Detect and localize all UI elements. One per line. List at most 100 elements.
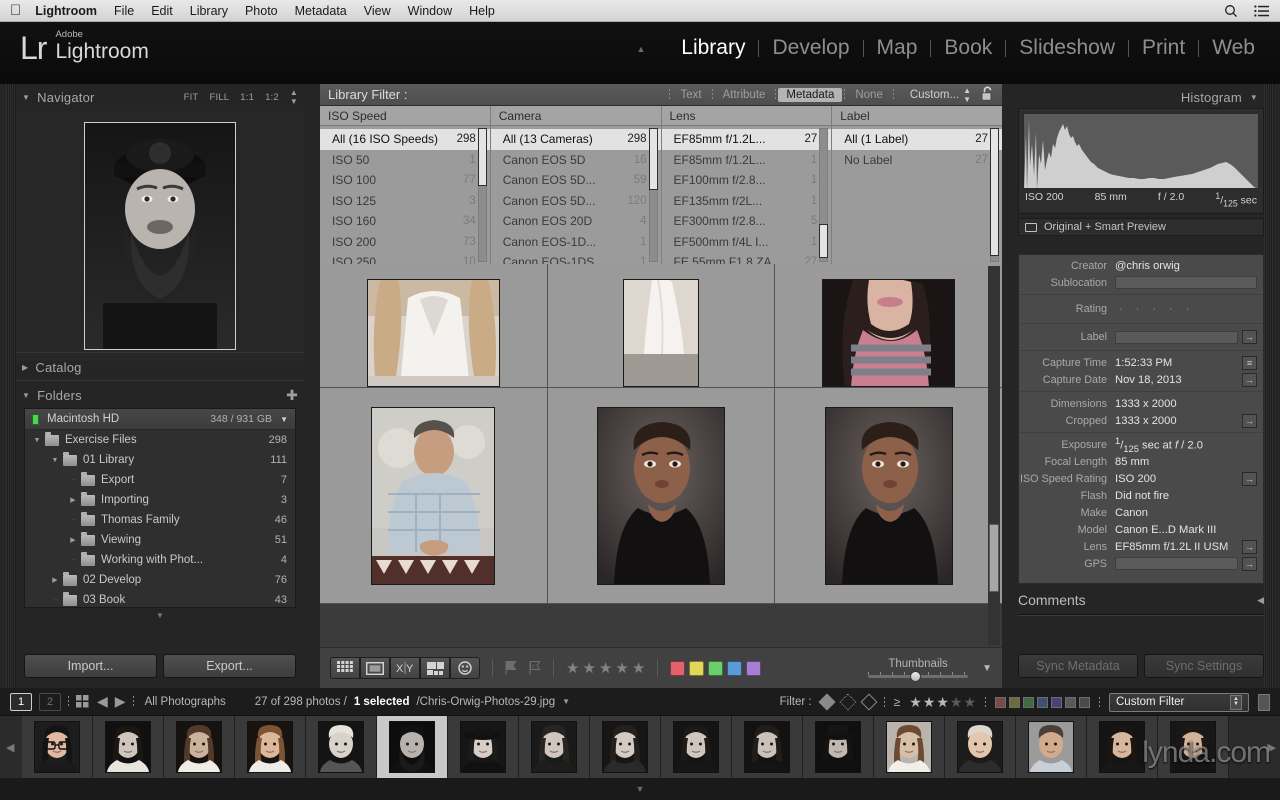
filmstrip-cell[interactable] xyxy=(306,716,377,778)
filmstrip-thumbnail[interactable] xyxy=(602,721,648,773)
folder-leaf-icon[interactable]: ··· xyxy=(67,557,79,563)
filmstrip-cell[interactable] xyxy=(377,716,448,778)
folders-tree[interactable]: Macintosh HD 348 / 931 GB ▼ ▼ Exercise Fi… xyxy=(24,408,296,608)
folder-row[interactable]: ··· Thomas Family 46 xyxy=(25,510,295,530)
menu-item-library[interactable]: Library xyxy=(190,4,228,18)
filter-color-chip-2[interactable] xyxy=(1009,696,1020,708)
screen-2-button[interactable]: 2 xyxy=(39,692,61,711)
chevron-down-icon[interactable]: ▼ xyxy=(31,437,43,444)
photo-thumbnail[interactable] xyxy=(597,406,725,585)
loupe-view-icon[interactable] xyxy=(360,657,390,679)
metadata-row[interactable]: Capture Time 1:52:33 PM ≡ xyxy=(1019,354,1263,371)
filter-flag-pick-icon[interactable] xyxy=(818,693,836,711)
navigator-zoom-stepper[interactable]: ▲ ▼ xyxy=(290,88,298,106)
filter-tab-attribute[interactable]: Attribute xyxy=(713,89,776,101)
smart-preview-status[interactable]: Original + Smart Preview xyxy=(1018,218,1264,236)
filter-item[interactable]: ISO 100 77 xyxy=(320,170,490,191)
histogram-graph[interactable] xyxy=(1023,113,1259,189)
filter-star-4[interactable]: ★ xyxy=(950,694,963,711)
rating-operator[interactable]: ≥ xyxy=(894,695,901,709)
menu-item-help[interactable]: Help xyxy=(469,4,495,18)
navigator-mode-fill[interactable]: FILL xyxy=(209,92,229,103)
filmstrip-thumbnail[interactable] xyxy=(460,721,506,773)
navigator-mode-fit[interactable]: FIT xyxy=(184,92,199,103)
filmstrip-thumbnail[interactable] xyxy=(318,721,364,773)
star-1[interactable]: ★ xyxy=(566,659,579,677)
filmstrip-cell[interactable] xyxy=(93,716,164,778)
metadata-goto-icon[interactable]: → xyxy=(1242,556,1257,571)
filter-color-chip-5[interactable] xyxy=(1051,696,1062,708)
filmstrip-thumbnail[interactable] xyxy=(673,721,719,773)
filmstrip-thumbnail[interactable] xyxy=(957,721,1003,773)
photo-thumbnail[interactable] xyxy=(623,279,699,387)
color-label-swatch-1[interactable] xyxy=(670,660,686,676)
metadata-row[interactable]: Focal Length 85 mm xyxy=(1019,453,1263,470)
rating-dot-5[interactable]: · xyxy=(1186,303,1190,315)
metadata-row[interactable]: Model Canon E...D Mark III xyxy=(1019,521,1263,538)
padlock-open-icon[interactable] xyxy=(981,86,994,104)
rating-dot-1[interactable]: · xyxy=(1119,303,1123,315)
filter-column-header[interactable]: ISO Speed xyxy=(320,106,490,126)
chevron-down-icon[interactable]: ▼ xyxy=(22,391,30,400)
filter-item[interactable]: EF85mm f/1.2L... 1 xyxy=(662,150,832,171)
thumbnail-size-control[interactable]: Thumbnails xyxy=(868,658,969,682)
photo-grid[interactable] xyxy=(320,264,1002,647)
filmstrip-chevron-down-icon[interactable]: ▼ xyxy=(562,697,570,706)
filter-item[interactable]: Canon EOS 20D 4 xyxy=(491,211,661,232)
star-5[interactable]: ★ xyxy=(632,659,645,677)
apple-logo-icon[interactable]:  xyxy=(10,3,21,18)
filmstrip[interactable]: ◀ ▶ xyxy=(0,716,1280,778)
filmstrip-thumbnail[interactable] xyxy=(1028,721,1074,773)
custom-filter-select[interactable]: Custom Filter ▲ ▼ xyxy=(1109,692,1249,712)
color-label-swatch-3[interactable] xyxy=(708,660,724,676)
color-label-swatch-2[interactable] xyxy=(689,660,705,676)
filmstrip-cell[interactable] xyxy=(164,716,235,778)
creator-value[interactable]: @chris orwig xyxy=(1115,260,1257,272)
filmstrip-cell[interactable] xyxy=(732,716,803,778)
filter-preset-stepper[interactable]: ▲ ▼ xyxy=(963,86,971,104)
right-panel-grip[interactable] xyxy=(1264,84,1274,688)
module-map[interactable]: Map xyxy=(864,34,931,62)
filter-column-list[interactable]: All (13 Cameras) 298 Canon EOS 5D 16 Canon E… xyxy=(490,127,661,269)
identity-plate[interactable]: Lr Adobe Lightroom xyxy=(20,30,149,64)
comments-header[interactable]: Comments ◀ xyxy=(1018,592,1264,608)
metadata-goto-icon[interactable]: → xyxy=(1242,471,1257,486)
photo-thumbnail[interactable] xyxy=(824,406,953,585)
filter-star-2[interactable]: ★ xyxy=(923,694,936,711)
folder-row[interactable]: ▶ Viewing 51 xyxy=(25,530,295,550)
grid-cell[interactable] xyxy=(320,264,548,388)
metadata-row[interactable]: Make Canon xyxy=(1019,504,1263,521)
histogram-header[interactable]: Histogram ▼ xyxy=(1018,86,1264,108)
module-book[interactable]: Book xyxy=(931,34,1005,62)
grid-scrollbar-thumb[interactable] xyxy=(989,524,999,592)
filmstrip-scroll-left-icon[interactable]: ◀ xyxy=(6,741,14,754)
filter-item[interactable]: ISO 125 3 xyxy=(320,191,490,212)
chevron-right-icon[interactable]: ▶ xyxy=(22,363,28,372)
forward-arrow-icon[interactable]: ▶ xyxy=(115,693,126,710)
filter-tab-text[interactable]: Text xyxy=(670,89,711,101)
folders-scroll-caret[interactable]: ▼ xyxy=(156,611,164,620)
filter-item[interactable]: EF300mm f/2.8... 5 xyxy=(662,211,832,232)
filter-column-scrollbar-thumb[interactable] xyxy=(990,128,999,256)
filter-item[interactable]: All (16 ISO Speeds) 298 xyxy=(320,129,490,150)
filter-column-header[interactable]: Lens xyxy=(661,106,832,126)
filter-column-header[interactable]: Label xyxy=(832,106,1002,126)
filmstrip-cell[interactable] xyxy=(661,716,732,778)
filmstrip-thumbnail[interactable] xyxy=(744,721,790,773)
grid-cell[interactable] xyxy=(320,388,548,604)
filmstrip-thumbnail[interactable] xyxy=(1099,721,1145,773)
filmstrip-cell[interactable] xyxy=(590,716,661,778)
metadata-list-icon[interactable]: ≡ xyxy=(1242,355,1257,370)
rating-dot-4[interactable]: · xyxy=(1169,303,1173,315)
chevron-right-icon[interactable]: ▶ xyxy=(67,536,79,544)
filter-item[interactable]: All (13 Cameras) 298 xyxy=(490,129,661,150)
label-goto-icon[interactable]: → xyxy=(1242,330,1257,344)
filmstrip-cell[interactable] xyxy=(945,716,1016,778)
menu-item-photo[interactable]: Photo xyxy=(245,4,278,18)
filter-flag-unflagged-icon[interactable] xyxy=(839,693,857,711)
metadata-goto-icon[interactable]: → xyxy=(1242,372,1257,387)
people-view-icon[interactable] xyxy=(450,657,480,679)
folder-row[interactable]: ▶ Importing 3 xyxy=(25,490,295,510)
filter-flag-reject-icon[interactable] xyxy=(860,693,878,711)
sync-metadata-button[interactable]: Sync Metadata xyxy=(1018,654,1138,678)
